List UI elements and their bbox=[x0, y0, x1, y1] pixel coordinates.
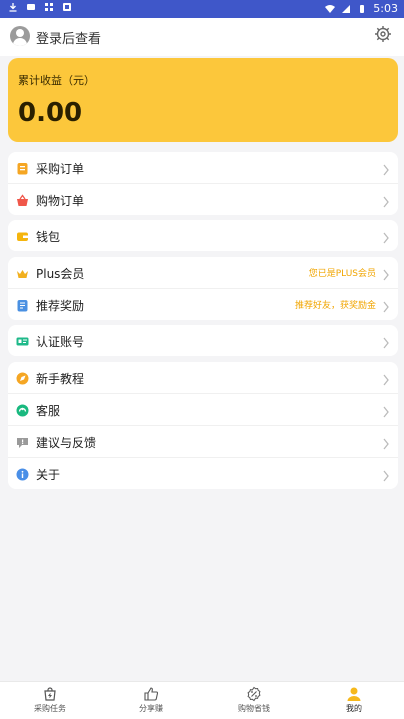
tab-label: 采购任务 bbox=[34, 704, 66, 713]
earnings-value: 0.00 bbox=[18, 98, 83, 128]
avatar[interactable] bbox=[10, 26, 30, 46]
bag-icon bbox=[44, 687, 56, 701]
earnings-label: 累计收益（元） bbox=[18, 74, 95, 87]
download-icon bbox=[8, 2, 18, 12]
menu-item-referral-reward[interactable]: 推荐奖励 推荐好友，获奖励金 bbox=[8, 289, 398, 320]
menu-item-shopping-orders[interactable]: 购物订单 bbox=[8, 184, 398, 215]
bottom-tab-bar: 采购任务 分享赚 购物省钱 我的 bbox=[0, 681, 404, 719]
chevron-right-icon bbox=[382, 467, 390, 482]
chevron-right-icon bbox=[382, 403, 390, 418]
chevron-right-icon bbox=[382, 298, 390, 313]
feedback-icon bbox=[16, 434, 29, 448]
membership-status: 您已是PLUS会员 bbox=[308, 269, 376, 279]
tab-label: 购物省钱 bbox=[238, 704, 270, 713]
login-link[interactable]: 登录后查看 bbox=[36, 28, 101, 47]
tab-mine[interactable]: 我的 bbox=[319, 684, 389, 717]
crown-icon bbox=[16, 265, 29, 278]
basket-icon bbox=[16, 192, 29, 206]
menu-group-verify: 认证账号 bbox=[8, 325, 398, 356]
menu-item-plus-member[interactable]: Plus会员 您已是PLUS会员 bbox=[8, 257, 398, 289]
compass-icon bbox=[16, 370, 29, 385]
tab-purchase-tasks[interactable]: 采购任务 bbox=[15, 684, 85, 717]
menu-item-label: 新手教程 bbox=[36, 372, 85, 386]
info-icon bbox=[16, 466, 29, 481]
menu-item-label: 钱包 bbox=[36, 230, 61, 244]
clipboard-icon bbox=[16, 160, 29, 175]
wifi-icon bbox=[325, 4, 336, 14]
earnings-card: 累计收益（元） 0.00 bbox=[8, 58, 398, 142]
menu-item-tutorial[interactable]: 新手教程 bbox=[8, 362, 398, 394]
tab-label: 分享赚 bbox=[139, 704, 163, 713]
menu-item-customer-service[interactable]: 客服 bbox=[8, 394, 398, 426]
app-icon bbox=[62, 2, 72, 12]
percent-icon bbox=[247, 686, 261, 702]
menu-group-membership: Plus会员 您已是PLUS会员 推荐奖励 推荐好友，获奖励金 bbox=[8, 257, 398, 320]
menu-item-label: 推荐奖励 bbox=[36, 299, 85, 313]
menu-item-about[interactable]: 关于 bbox=[8, 458, 398, 489]
chevron-right-icon bbox=[382, 266, 390, 281]
qr-icon bbox=[44, 2, 54, 12]
menu-item-label: 建议与反馈 bbox=[36, 436, 97, 450]
thumbs-up-icon bbox=[144, 687, 159, 701]
wallet-icon bbox=[16, 228, 29, 241]
tab-share-earn[interactable]: 分享赚 bbox=[116, 684, 186, 717]
menu-item-wallet[interactable]: 钱包 bbox=[8, 220, 398, 251]
menu-item-label: 客服 bbox=[36, 404, 61, 418]
menu-item-label: 购物订单 bbox=[36, 194, 85, 208]
battery-icon bbox=[357, 4, 367, 14]
chevron-right-icon bbox=[382, 435, 390, 450]
id-card-icon bbox=[16, 333, 29, 346]
support-icon bbox=[16, 402, 29, 417]
menu-item-feedback[interactable]: 建议与反馈 bbox=[8, 426, 398, 458]
referral-note: 推荐好友，获奖励金 bbox=[294, 301, 376, 311]
message-icon bbox=[26, 2, 36, 12]
menu-group-wallet: 钱包 bbox=[8, 220, 398, 251]
chevron-right-icon bbox=[382, 229, 390, 244]
gear-icon[interactable] bbox=[374, 25, 392, 43]
status-bar: 5:03 bbox=[0, 0, 404, 18]
status-time: 5:03 bbox=[373, 2, 398, 15]
tab-label: 我的 bbox=[346, 704, 362, 713]
menu-item-verify-account[interactable]: 认证账号 bbox=[8, 325, 398, 356]
user-icon bbox=[347, 687, 361, 701]
menu-group-help: 新手教程 客服 建议与反馈 关于 bbox=[8, 362, 398, 489]
menu-item-label: 采购订单 bbox=[36, 162, 85, 176]
menu-group-orders: 采购订单 购物订单 bbox=[8, 152, 398, 215]
menu-item-label: Plus会员 bbox=[36, 267, 85, 281]
chevron-right-icon bbox=[382, 161, 390, 176]
tab-shopping-save[interactable]: 购物省钱 bbox=[219, 684, 289, 717]
chevron-right-icon bbox=[382, 334, 390, 349]
menu-item-purchase-orders[interactable]: 采购订单 bbox=[8, 152, 398, 184]
reward-icon bbox=[16, 297, 29, 312]
chevron-right-icon bbox=[382, 193, 390, 208]
menu-item-label: 关于 bbox=[36, 468, 61, 482]
profile-header: 登录后查看 bbox=[0, 18, 404, 56]
signal-icon bbox=[341, 4, 351, 14]
menu-item-label: 认证账号 bbox=[36, 335, 85, 349]
chevron-right-icon bbox=[382, 371, 390, 386]
